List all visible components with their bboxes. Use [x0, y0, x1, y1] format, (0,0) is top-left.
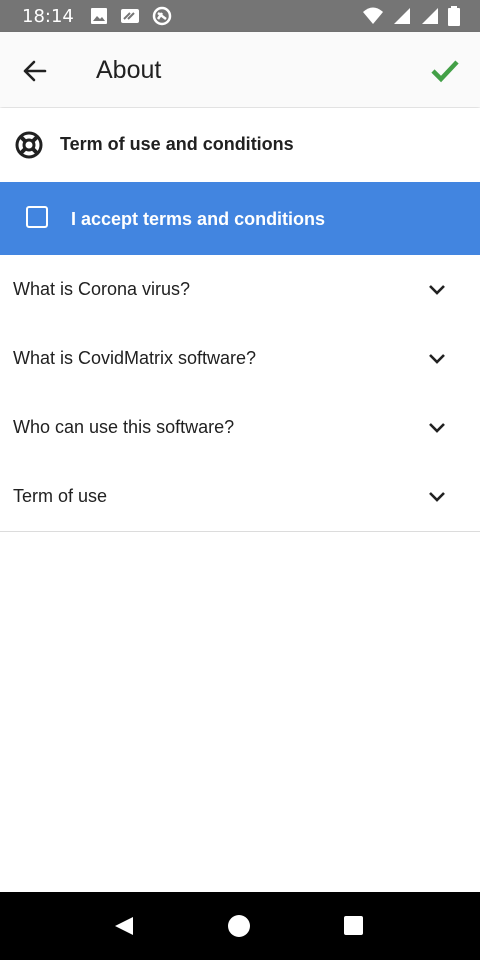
- sync-icon: [152, 6, 172, 26]
- image-icon: [90, 8, 107, 24]
- arrow-left-icon[interactable]: [20, 56, 50, 86]
- page-title: About: [96, 56, 162, 84]
- message-icon: [120, 9, 139, 23]
- accept-terms-label: I accept terms and conditions: [71, 209, 326, 229]
- status-time: 18:14: [22, 5, 74, 27]
- wifi-icon: [363, 7, 383, 24]
- chevron-down-icon[interactable]: [428, 352, 446, 366]
- chevron-down-icon[interactable]: [428, 490, 446, 504]
- accept-terms-checkbox[interactable]: [26, 206, 48, 228]
- signal-icon: [394, 8, 410, 24]
- nav-back-icon[interactable]: [113, 915, 135, 937]
- section-title: Term of use and conditions: [60, 134, 294, 154]
- faq-item-label: What is CovidMatrix software?: [13, 348, 257, 368]
- status-right-icons: [362, 6, 460, 26]
- navigation-bar: [0, 892, 480, 960]
- check-icon[interactable]: [430, 55, 460, 85]
- signal-icon: [422, 8, 438, 24]
- nav-recents-icon[interactable]: [344, 916, 363, 935]
- battery-icon: [448, 6, 460, 26]
- chevron-down-icon[interactable]: [428, 421, 446, 435]
- chevron-down-icon[interactable]: [428, 283, 446, 297]
- faq-item-label: What is Corona virus?: [13, 279, 191, 299]
- accept-terms-row[interactable]: I accept terms and conditions: [0, 182, 480, 255]
- section-header: Term of use and conditions: [0, 108, 480, 181]
- faq-item-label: Term of use: [13, 486, 108, 506]
- faq-item[interactable]: Who can use this software?: [0, 393, 480, 463]
- nav-home-icon[interactable]: [228, 915, 250, 937]
- faq-item[interactable]: What is Corona virus?: [0, 255, 480, 325]
- status-left-icons: [90, 6, 172, 26]
- faq-item[interactable]: What is CovidMatrix software?: [0, 324, 480, 394]
- status-bar: 18:14: [0, 0, 480, 32]
- faq-item[interactable]: Term of use: [0, 462, 480, 532]
- lifebuoy-icon: [15, 131, 43, 159]
- app-bar: About: [0, 32, 480, 107]
- faq-item-label: Who can use this software?: [13, 417, 235, 437]
